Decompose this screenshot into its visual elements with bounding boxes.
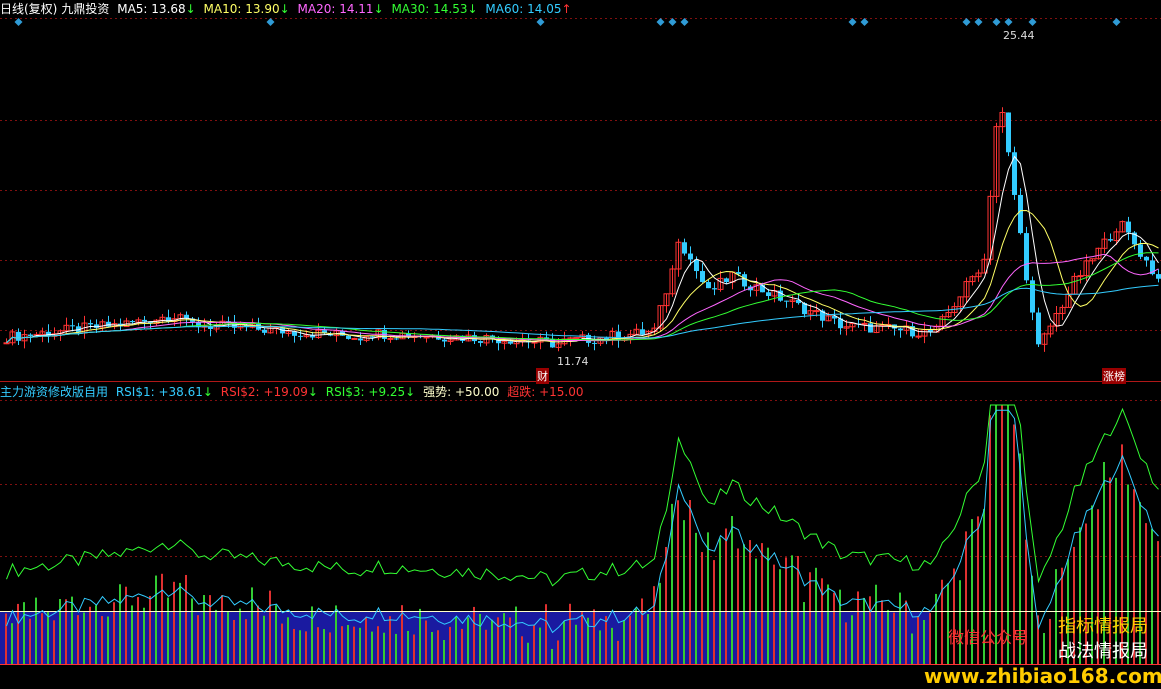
candle-body <box>813 310 820 313</box>
indicator-panel-header: 主力游资修改版自用 RSI$1: +38.61↓ RSI$2: +19.09↓ … <box>0 383 587 401</box>
signal-diamond <box>974 18 983 26</box>
signal-diamond <box>680 18 689 26</box>
candle-body <box>88 323 93 325</box>
candle-body <box>640 329 645 335</box>
candle-body <box>1108 239 1113 241</box>
candle-body <box>712 288 717 290</box>
candle-body <box>694 259 699 272</box>
signal-diamond <box>656 18 665 26</box>
candle-body <box>1077 275 1084 278</box>
weak-zone <box>0 611 930 665</box>
ma20-line <box>6 253 1159 344</box>
candle-body <box>16 331 21 341</box>
candle-body <box>706 282 711 289</box>
candle-body <box>3 342 10 345</box>
ma10-indicator: MA10: 13.90↓ <box>203 2 290 16</box>
candle-body <box>861 322 868 325</box>
candle-body <box>262 329 267 333</box>
main-panel-header: 日线(复权) 九鼎投资 MA5: 13.68↓ MA10: 13.90↓ MA20… <box>0 0 576 18</box>
period-title: 日线(复权) <box>0 2 58 16</box>
strong-indicator: 强势: +50.00 <box>423 385 500 399</box>
candle-body <box>1036 312 1041 345</box>
candle-body <box>358 338 363 341</box>
candle-body <box>142 319 147 322</box>
candle-body <box>1030 280 1035 313</box>
signal-diamond <box>860 18 869 26</box>
rsi3-indicator: RSI$3: +9.25↓ <box>325 385 416 399</box>
candle-body <box>423 336 430 339</box>
candle-body <box>1156 274 1161 279</box>
signal-diamond <box>14 18 23 26</box>
low-price-label: 11.74 <box>557 355 589 368</box>
high-price-label: 25.44 <box>1003 29 1035 42</box>
candle-body <box>724 278 729 283</box>
candle-body <box>573 337 580 340</box>
ma30-line <box>6 252 1159 344</box>
candle-body <box>442 339 447 342</box>
watermark-line3: 战法情报局 <box>1058 641 1148 662</box>
indicator-title: 主力游资修改版自用 <box>0 385 109 399</box>
candle-body <box>387 337 394 340</box>
candle-body <box>700 271 705 283</box>
candle-body <box>508 341 513 344</box>
candle-body <box>784 300 789 302</box>
candle-body <box>1024 233 1029 281</box>
candle-body <box>1018 194 1023 234</box>
signal-diamond <box>1112 18 1121 26</box>
candle-body <box>70 325 75 327</box>
candle-body <box>682 242 687 254</box>
candle-body <box>130 320 135 323</box>
candle-body <box>688 253 693 260</box>
candle-body <box>592 342 597 344</box>
candle-body <box>1126 221 1131 233</box>
watermark-line2: 指标情报局 <box>1058 616 1148 637</box>
signal-diamond <box>668 18 677 26</box>
chart-window: 日线(复权) 九鼎投资 MA5: 13.68↓ MA10: 13.90↓ MA20… <box>0 0 1161 689</box>
signal-diamond <box>1004 18 1013 26</box>
candle-body <box>766 292 771 297</box>
watermark-wechat: 微信公众号 <box>948 628 1029 647</box>
candle-body <box>915 335 922 338</box>
rank-marker[interactable]: 涨榜 <box>1102 368 1126 384</box>
rsi1-indicator: RSI$1: +38.61↓ <box>115 385 213 399</box>
candle-body <box>868 323 873 333</box>
ma20-indicator: MA20: 14.11↓ <box>297 2 384 16</box>
rsi2-indicator: RSI$2: +19.09↓ <box>220 385 318 399</box>
signal-diamond <box>992 18 1001 26</box>
oversold-indicator: 超跌: +15.00 <box>507 385 584 399</box>
candle-body <box>1138 244 1143 257</box>
finance-marker[interactable]: 财 <box>536 368 549 384</box>
candle-body <box>1006 112 1011 153</box>
candle-body <box>1144 256 1149 261</box>
candle-body <box>298 335 303 337</box>
candlestick-chart[interactable] <box>0 0 1161 689</box>
candle-body <box>346 335 351 339</box>
candle-body <box>898 328 903 331</box>
ma60-indicator: MA60: 14.05↑ <box>485 2 572 16</box>
candle-body <box>478 341 483 343</box>
signal-diamond <box>536 18 545 26</box>
candle-body <box>394 338 399 340</box>
signal-diamond <box>962 18 971 26</box>
candle-body <box>742 274 747 287</box>
stock-name: 九鼎投资 <box>61 2 110 16</box>
candle-body <box>28 334 33 336</box>
ma5-indicator: MA5: 13.68↓ <box>117 2 196 16</box>
watermark-url: www.zhibiao168.com <box>924 664 1161 688</box>
candle-body <box>351 337 358 340</box>
signal-diamond <box>1028 18 1037 26</box>
signal-diamond <box>266 18 275 26</box>
signal-diamond <box>848 18 857 26</box>
ma30-indicator: MA30: 14.53↓ <box>391 2 478 16</box>
